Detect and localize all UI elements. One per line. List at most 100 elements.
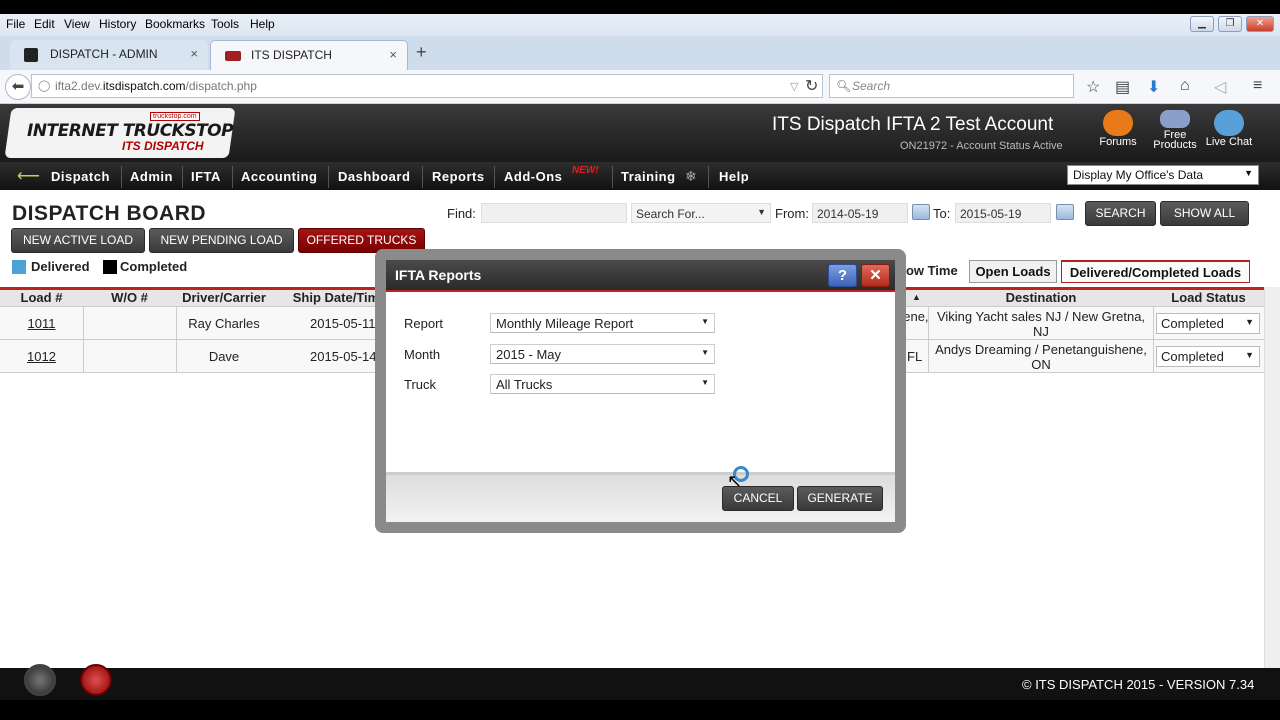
col-driver[interactable]: Driver/Carrier [176,290,272,305]
screen-bottom-edge [0,700,1280,720]
month-select[interactable]: 2015 - May ▼ [490,344,715,364]
truck-favicon-icon [225,51,241,61]
new-pending-load-button[interactable]: NEW PENDING LOAD [149,228,294,253]
to-date-value: 2015-05-19 [960,207,1022,221]
menu-bookmarks[interactable]: Bookmarks [145,17,205,31]
minimize-icon[interactable]: ▁ [1190,16,1214,32]
from-date-value: 2014-05-19 [817,207,879,221]
show-all-button[interactable]: SHOW ALL [1160,201,1249,226]
live-chat-label: Live Chat [1205,136,1253,148]
back-arrow-icon[interactable]: ⟵ [17,166,40,186]
close-tab-icon[interactable]: × [389,47,397,62]
new-tab-icon[interactable]: + [416,42,427,63]
menu-file[interactable]: File [6,17,25,31]
help-icon[interactable]: ? [828,264,857,287]
nav-divider [121,166,122,188]
completed-legend: Completed [120,259,188,274]
report-select[interactable]: Monthly Mileage Report ▼ [490,313,715,333]
browser-search-input[interactable]: 🔍︎ Search [829,74,1074,98]
show-time-label[interactable]: how Time [898,263,958,278]
calendar-icon[interactable] [1056,204,1074,220]
nav-training[interactable]: Training [621,169,676,184]
send-icon[interactable]: ◁ [1214,77,1226,97]
nav-dispatch[interactable]: Dispatch [51,169,110,184]
app-shortcut-icon[interactable] [80,664,112,696]
menu-view[interactable]: View [64,17,90,31]
logo-sub-text: ITS DISPATCH [122,139,204,153]
chevron-down-icon: ▼ [1244,168,1253,178]
dropdown-arrow-icon[interactable]: ▽ [790,80,798,93]
reading-list-icon[interactable]: ▤ [1115,77,1130,97]
forums-link[interactable]: Forums [1096,110,1140,148]
load-number-link[interactable]: 1012 [0,349,83,364]
search-button[interactable]: SEARCH [1085,201,1156,226]
menu-help[interactable]: Help [250,17,275,31]
load-status-select[interactable]: Completed ▼ [1156,346,1260,367]
free-products-link[interactable]: Free Products [1148,110,1202,151]
truck-select[interactable]: All Trucks ▼ [490,374,715,394]
tab-label: ITS DISPATCH [251,48,332,62]
menu-edit[interactable]: Edit [34,17,55,31]
from-date-input[interactable]: 2014-05-19 [812,203,908,223]
browser-menubar: File Edit View History Bookmarks Tools H… [0,14,1280,36]
close-icon[interactable]: ✕ [861,264,890,287]
menu-tools[interactable]: Tools [211,17,239,31]
scrollbar[interactable] [1264,287,1280,668]
home-icon[interactable]: ⌂ [1180,77,1190,95]
col-wo[interactable]: W/O # [83,290,176,305]
free-products-label: Free Products [1153,129,1197,151]
search-for-select[interactable]: Search For... ▼ [631,203,771,223]
download-icon[interactable]: ⬇ [1147,77,1160,97]
nav-help[interactable]: Help [719,169,749,184]
load-status-select[interactable]: Completed ▼ [1156,313,1260,334]
modal-title: IFTA Reports [395,267,482,283]
nav-admin[interactable]: Admin [130,169,173,184]
destination-line2: NJ [1033,324,1049,339]
account-status: ON21972 - Account Status Active [900,140,1063,152]
nav-accounting[interactable]: Accounting [241,169,318,184]
search-icon: 🔍︎ [836,79,852,93]
close-tab-icon[interactable]: × [190,46,198,61]
menu-history[interactable]: History [99,17,136,31]
browser-tabstrip: DISPATCH - ADMIN × ITS DISPATCH × [0,36,1280,70]
bookmark-star-icon[interactable]: ☆ [1086,77,1100,97]
month-value: 2015 - May [496,347,562,362]
restore-icon[interactable]: ❐ [1218,16,1242,32]
nav-ifta[interactable]: IFTA [191,169,221,184]
tab-open-loads[interactable]: Open Loads [969,260,1057,283]
truck-label: Truck [404,377,437,392]
nav-divider [708,166,709,188]
nav-dashboard[interactable]: Dashboard [338,169,410,184]
nav-add-ons[interactable]: Add-Ons [504,169,562,184]
col-destination[interactable]: Destination [929,290,1153,305]
account-name: ITS Dispatch IFTA 2 Test Account [772,114,1054,135]
tab-label: DISPATCH - ADMIN [50,47,158,61]
chevron-down-icon: ▼ [701,317,709,326]
col-load[interactable]: Load # [0,290,83,305]
calendar-icon[interactable] [912,204,930,220]
destination-line1: Andys Dreaming / Penetanguishene, [935,342,1147,357]
reload-icon[interactable]: ↻ [805,76,818,96]
generate-button[interactable]: GENERATE [797,486,883,511]
tab-its-dispatch[interactable]: ITS DISPATCH × [210,40,408,70]
sort-up-icon[interactable]: ▲ [912,292,921,302]
report-label: Report [404,316,444,331]
find-input[interactable] [481,203,627,223]
new-active-load-button[interactable]: NEW ACTIVE LOAD [11,228,145,253]
office-data-select[interactable]: Display My Office's Data ▼ [1067,165,1259,185]
col-load-status[interactable]: Load Status [1153,290,1264,305]
snowflake-icon: ❄ [685,168,697,184]
url-text[interactable]: ifta2.dev.itsdispatch.com/dispatch.php [55,79,257,93]
tab-delivered-completed[interactable]: Delivered/Completed Loads [1061,260,1250,283]
nav-reports[interactable]: Reports [432,169,485,184]
back-arrow-icon[interactable]: ⬅ [5,74,31,100]
chevron-down-icon: ▼ [1245,317,1254,327]
live-chat-link[interactable]: Live Chat [1200,110,1258,148]
nav-divider [232,166,233,188]
monitor-icon[interactable] [24,664,56,696]
to-date-input[interactable]: 2015-05-19 [955,203,1051,223]
hamburger-menu-icon[interactable]: ≡ [1253,77,1262,95]
load-number-link[interactable]: 1011 [0,316,83,331]
tab-dispatch-admin[interactable]: DISPATCH - ADMIN × [10,40,208,70]
window-close-icon[interactable]: ✕ [1246,16,1274,32]
